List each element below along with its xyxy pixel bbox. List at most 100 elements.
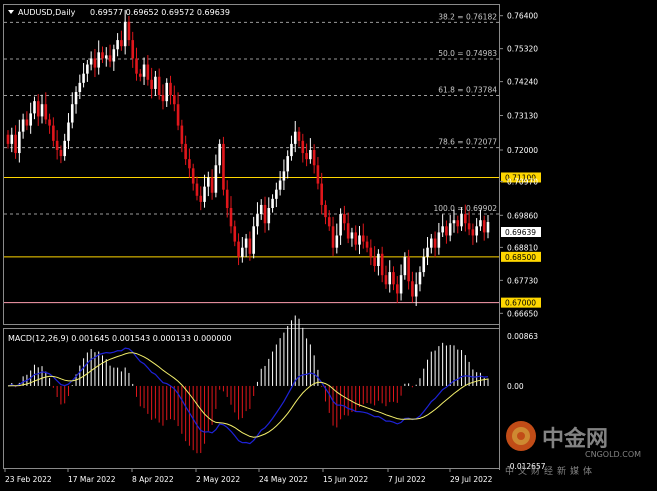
candle-bear bbox=[384, 275, 388, 285]
candle-bull bbox=[339, 214, 342, 236]
candle-bull bbox=[418, 272, 422, 285]
candle-bull bbox=[350, 232, 354, 239]
candle-bull bbox=[165, 82, 169, 102]
candle-bull bbox=[86, 64, 89, 74]
candle-bear bbox=[248, 238, 252, 254]
fibonacci-levels: 38.2 = 0.76182 50.0 = 0.74983 61.8 = 0.737… bbox=[4, 12, 499, 215]
price-tick-label: 0.68810 bbox=[507, 243, 538, 252]
candle-bear bbox=[456, 220, 460, 227]
time-tick-label: 8 Apr 2022 bbox=[132, 475, 174, 484]
candle-bear bbox=[120, 40, 123, 47]
candle-bear bbox=[471, 229, 475, 236]
candle-bull bbox=[452, 220, 456, 224]
candle-bull bbox=[10, 134, 14, 144]
price-tick-label: 0.67730 bbox=[507, 276, 538, 285]
candle-bear bbox=[36, 101, 40, 117]
candle-bull bbox=[388, 272, 392, 285]
candle-bear bbox=[135, 58, 138, 74]
candle-bull bbox=[40, 104, 44, 117]
candle-bear bbox=[161, 95, 165, 102]
candle-bull bbox=[74, 92, 78, 105]
candle-bull bbox=[67, 122, 70, 141]
time-tick-label: 23 Feb 2022 bbox=[5, 475, 52, 484]
candle-bull bbox=[414, 284, 418, 297]
candle-bear bbox=[157, 76, 161, 96]
candle-bull bbox=[82, 73, 85, 83]
candle-bear bbox=[407, 256, 410, 282]
candle-bear bbox=[180, 125, 184, 144]
candle-bull bbox=[448, 223, 452, 236]
candle-bear bbox=[229, 208, 233, 227]
candle-bear bbox=[14, 134, 17, 154]
candle-bear bbox=[365, 241, 369, 248]
candle-bear bbox=[25, 119, 29, 126]
chart-canvas[interactable]: AUDUSD,Daily 0.69577 0.69652 0.69572 0.6… bbox=[0, 0, 657, 491]
candle-bull bbox=[33, 101, 36, 114]
candle-bull bbox=[335, 235, 339, 248]
candle-bear bbox=[380, 253, 384, 276]
candle-bear bbox=[222, 143, 225, 190]
watermark-brand: 中金网 bbox=[542, 426, 608, 452]
macd-main-line bbox=[7, 347, 489, 445]
price-tick-label: 0.70970 bbox=[507, 177, 538, 186]
candle-bull bbox=[203, 186, 206, 202]
candle-bear bbox=[433, 238, 437, 248]
candle-bear bbox=[172, 95, 176, 105]
candlestick-series bbox=[6, 9, 490, 306]
candle-bear bbox=[188, 159, 191, 169]
candle-bull bbox=[214, 165, 218, 193]
candle-bear bbox=[101, 52, 104, 59]
candle-bull bbox=[70, 104, 74, 123]
candle-bear bbox=[411, 281, 414, 297]
candle-bull bbox=[309, 150, 312, 160]
time-tick-label: 29 Jul 2022 bbox=[450, 475, 493, 484]
candle-bull bbox=[430, 238, 433, 248]
watermark: 中金网 CNGOLD.COM 中文财经新媒体 bbox=[505, 421, 641, 477]
candle-bear bbox=[297, 131, 301, 141]
candle-bear bbox=[237, 241, 240, 257]
horizontal-levels[interactable]: 0.711000.685000.67000 bbox=[4, 172, 541, 308]
time-axis[interactable]: 23 Feb 2022 17 Mar 2022 8 Apr 2022 2 May 20… bbox=[4, 468, 493, 484]
candle-bear bbox=[233, 226, 237, 242]
candle-bull bbox=[267, 208, 271, 224]
time-tick-label: 2 May 2022 bbox=[196, 475, 240, 484]
current-price-badge: 0.69639 bbox=[501, 227, 541, 237]
candle-bull bbox=[142, 64, 146, 77]
watermark-domain: CNGOLD.COM bbox=[585, 450, 641, 459]
candle-bull bbox=[293, 131, 297, 144]
candle-bear bbox=[150, 79, 153, 89]
candle-bull bbox=[271, 198, 274, 208]
candle-bear bbox=[131, 40, 135, 59]
candle-bull bbox=[282, 171, 286, 181]
candle-bear bbox=[169, 82, 172, 96]
candle-bear bbox=[369, 247, 373, 257]
candle-bear bbox=[48, 119, 51, 126]
candle-bear bbox=[52, 125, 55, 141]
candle-bear bbox=[108, 55, 112, 62]
candle-bull bbox=[29, 113, 32, 126]
candle-bull bbox=[403, 256, 407, 276]
candle-bear bbox=[176, 104, 180, 126]
candle-bear bbox=[44, 104, 48, 120]
watermark-slogan: 中文财经新媒体 bbox=[505, 465, 596, 477]
candle-bear bbox=[445, 226, 448, 236]
candle-bear bbox=[354, 232, 358, 245]
price-axis[interactable]: 0.76400 0.75320 0.74240 0.73130 0.72000 0.709… bbox=[499, 12, 538, 319]
candle-bear bbox=[263, 204, 267, 224]
candle-bull bbox=[104, 55, 108, 59]
candle-bear bbox=[305, 153, 308, 160]
candle-bull bbox=[275, 189, 278, 199]
time-tick-label: 24 May 2022 bbox=[259, 475, 308, 484]
fib-label: 50.0 = 0.74983 bbox=[438, 49, 497, 58]
triangle-down-icon[interactable] bbox=[8, 10, 14, 14]
time-tick-label: 15 Jun 2022 bbox=[323, 475, 368, 484]
candle-bull bbox=[479, 220, 482, 227]
candle-bull bbox=[256, 214, 259, 227]
candle-bear bbox=[138, 73, 142, 77]
candle-bear bbox=[467, 223, 471, 230]
price-tick-label: 0.73130 bbox=[507, 112, 538, 121]
candle-bull bbox=[475, 226, 478, 236]
level-badge-label: 0.67000 bbox=[505, 299, 536, 308]
price-tick-label: 0.76400 bbox=[507, 12, 538, 21]
candle-bull bbox=[89, 58, 93, 65]
